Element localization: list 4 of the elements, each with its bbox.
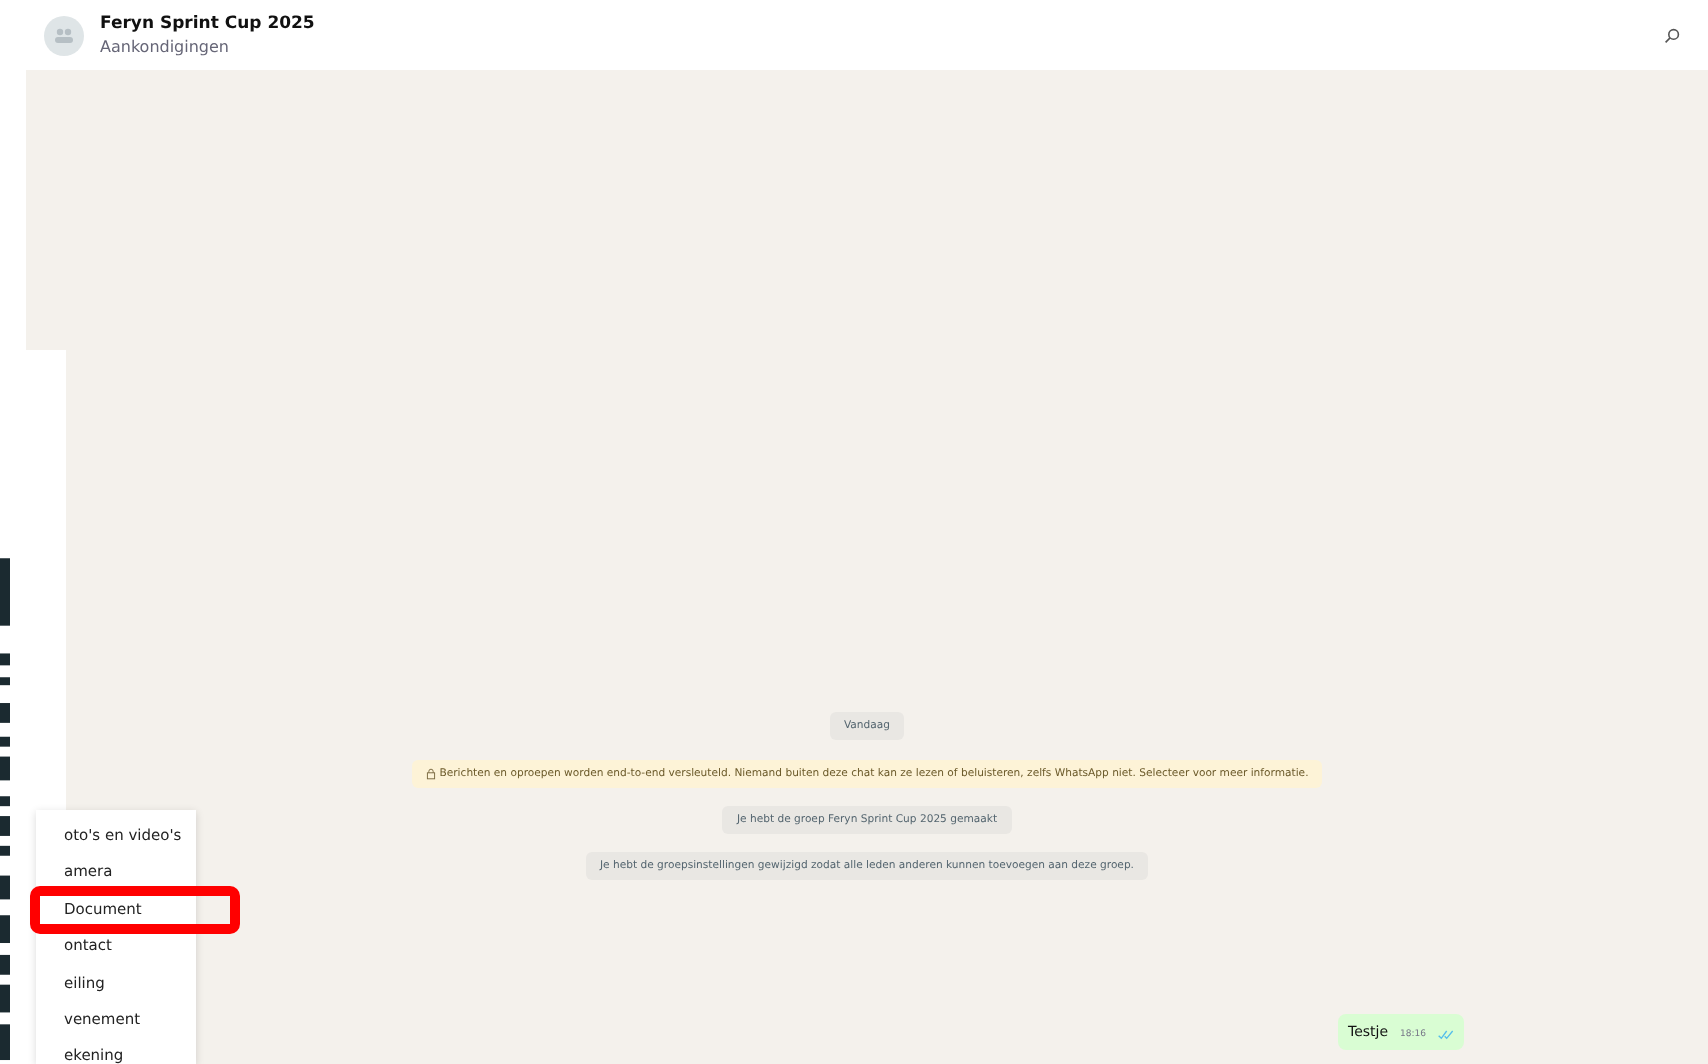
group-subtitle: Aankondigingen: [100, 38, 231, 56]
lock-icon: [425, 768, 436, 780]
search-icon[interactable]: [1664, 27, 1680, 43]
group-name[interactable]: Feryn Sprint Cup 2025: [100, 14, 1648, 34]
